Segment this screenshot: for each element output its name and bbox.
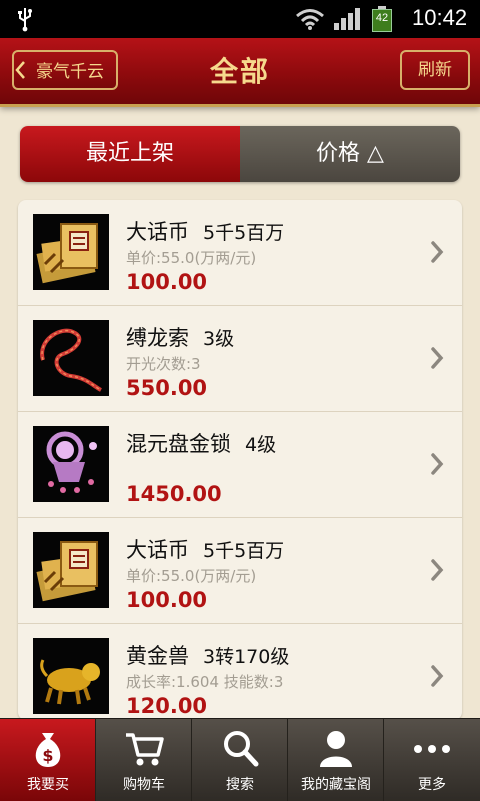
item-detail: 单价:55.0(万两/元)	[126, 249, 257, 267]
search-icon	[224, 731, 259, 767]
wifi-icon	[296, 9, 324, 30]
battery-level: 42	[375, 12, 389, 24]
signal-icon	[334, 8, 360, 30]
item-name-text: 大话币	[126, 538, 189, 562]
item-price: 550.00	[126, 376, 208, 400]
refresh-button[interactable]: 刷新	[400, 50, 470, 90]
chevron-right-icon	[431, 559, 444, 581]
item-detail: 单价:55.0(万两/元)	[126, 567, 257, 585]
tab-my-treasure[interactable]: 我的藏宝阁	[288, 719, 384, 801]
sort-segment: 最近上架 价格 △	[20, 126, 460, 182]
item-name: 黄金兽 3转170级	[126, 640, 289, 670]
refresh-button-label: 刷新	[418, 60, 452, 80]
chevron-right-icon	[431, 347, 444, 369]
item-spec: 5千5百万	[203, 540, 285, 562]
tab-search-label: 搜索	[226, 777, 254, 793]
item-name: 大话币 5千5百万	[126, 216, 284, 246]
sort-price-label: 价格 △	[316, 141, 384, 166]
item-spec: 3转170级	[203, 646, 290, 668]
item-detail: 开光次数:3	[126, 355, 201, 373]
tab-cart[interactable]: 购物车	[96, 719, 192, 801]
item-price: 1450.00	[126, 482, 222, 506]
list-item[interactable]: 大话币 5千5百万 单价:55.0(万两/元) 100.00	[18, 200, 462, 306]
battery-icon: 42	[372, 6, 392, 32]
item-name-text: 大话币	[126, 220, 189, 244]
item-spec: 4级	[245, 434, 277, 456]
tab-cart-label: 购物车	[123, 777, 165, 793]
sort-price-tab[interactable]: 价格 △	[240, 126, 460, 182]
cart-icon	[126, 733, 164, 766]
item-name-text: 混元盘金锁	[126, 432, 231, 456]
golden-beast-icon	[33, 638, 109, 714]
tab-my-treasure-label: 我的藏宝阁	[301, 777, 371, 793]
item-name: 缚龙索 3级	[126, 322, 234, 352]
item-name: 混元盘金锁 4级	[126, 428, 276, 458]
item-spec: 5千5百万	[203, 222, 285, 244]
money-bag-icon: $	[35, 733, 61, 767]
list-item[interactable]: 缚龙索 3级 开光次数:3 550.00	[18, 306, 462, 412]
coin-pile-icon	[33, 214, 109, 290]
tab-search[interactable]: 搜索	[192, 719, 288, 801]
tab-more-label: 更多	[418, 777, 446, 793]
list-item[interactable]: 大话币 5千5百万 单价:55.0(万两/元) 100.00	[18, 518, 462, 624]
tab-buy-label: 我要买	[27, 777, 69, 793]
list-item[interactable]: 混元盘金锁 4级 1450.00	[18, 412, 462, 518]
item-name-text: 黄金兽	[126, 644, 189, 668]
tab-bar: $ 我要买 购物车 搜索 我的藏宝阁 更多	[0, 718, 480, 801]
coin-pile-icon	[33, 532, 109, 608]
status-bar: 42 10:42	[0, 0, 480, 38]
item-price: 100.00	[126, 270, 208, 294]
chevron-right-icon	[431, 241, 444, 263]
chevron-right-icon	[431, 665, 444, 687]
tab-more[interactable]: 更多	[384, 719, 480, 801]
user-icon	[320, 731, 352, 767]
item-price: 120.00	[126, 694, 208, 718]
header: 豪气千云 全部 刷新	[0, 38, 480, 107]
chevron-right-icon	[431, 453, 444, 475]
clock: 10:42	[412, 5, 468, 30]
item-price: 100.00	[126, 588, 208, 612]
item-name-text: 缚龙索	[126, 326, 189, 350]
usb-icon	[18, 8, 32, 32]
tab-buy[interactable]: $ 我要买	[0, 719, 96, 801]
svg-text:$: $	[42, 746, 53, 765]
rope-icon	[33, 320, 109, 396]
sort-recent-label: 最近上架	[85, 141, 174, 166]
list-item[interactable]: 黄金兽 3转170级 成长率:1.604 技能数:3 120.00	[18, 624, 462, 720]
item-detail: 成长率:1.604 技能数:3	[126, 673, 284, 691]
golden-lock-icon	[33, 426, 109, 502]
sort-recent-tab[interactable]: 最近上架	[20, 126, 240, 182]
item-name: 大话币 5千5百万	[126, 534, 284, 564]
item-list: 大话币 5千5百万 单价:55.0(万两/元) 100.00 缚龙索 3级 开光次数…	[18, 200, 462, 720]
item-spec: 3级	[203, 328, 235, 350]
more-icon	[414, 745, 450, 753]
